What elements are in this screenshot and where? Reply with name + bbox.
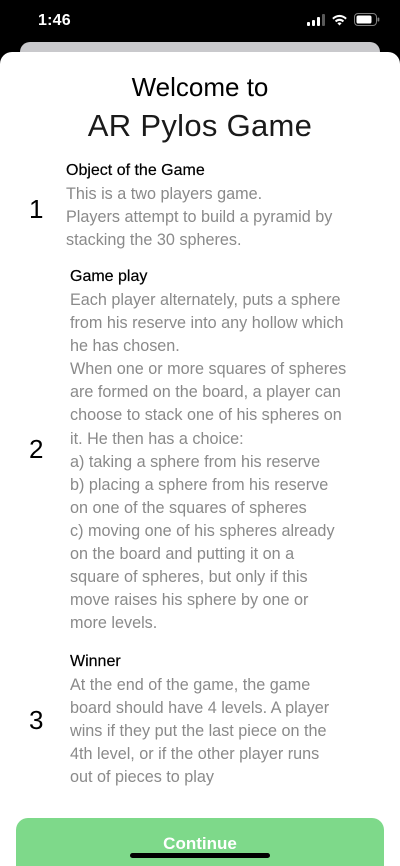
section-object: 1 Object of the Game This is a two playe…	[0, 162, 400, 252]
body-line: This is a two players game.	[66, 185, 263, 203]
section-number: 1	[29, 194, 44, 224]
screen: 1:46 Welcome to AR Pylos Game 1 Object o…	[0, 0, 400, 866]
continue-button[interactable]: Continue	[16, 818, 384, 866]
wifi-icon	[331, 14, 348, 26]
section-body: This is a two players game. Players atte…	[66, 183, 332, 252]
body-line: Players attempt to build a pyramid by	[66, 208, 333, 227]
title-welcome: Welcome to	[131, 72, 269, 102]
body-line: wins if they put the last piece on the	[70, 722, 327, 741]
title-game-name: AR Pylos Game	[87, 108, 313, 143]
body-line: out of pieces to play	[70, 768, 214, 787]
body-line: on one of the squares of spheres	[70, 498, 307, 517]
battery-icon	[354, 13, 380, 26]
body-line: stacking the 30 spheres.	[66, 231, 242, 250]
body-line: At the end of the game, the game	[70, 676, 311, 694]
section-winner: 3 Winner At the end of the game, the gam…	[0, 653, 400, 793]
body-line: Each player alternately, puts a sphere	[70, 291, 341, 309]
section-body: Each player alternately, puts a sphere f…	[70, 289, 346, 635]
body-line: on the board and putting it on a	[70, 545, 295, 564]
home-indicator	[130, 853, 270, 858]
signal-icon	[307, 13, 325, 26]
body-line: c) moving one of his spheres already	[70, 521, 335, 540]
section-title: Winner	[70, 653, 121, 670]
body-line: choose to stack one of his spheres on	[70, 406, 342, 425]
body-line: When one or more squares of spheres	[70, 360, 347, 379]
body-line: b) placing a sphere from his reserve	[70, 475, 329, 494]
body-line: from his reserve into any hollow which	[70, 314, 344, 333]
section-number: 3	[29, 705, 44, 735]
body-line: board should have 4 levels. A player	[70, 699, 330, 718]
body-line: he has chosen.	[70, 337, 180, 356]
section-number: 2	[29, 434, 44, 464]
body-line: 4th level, or if the other player runs	[70, 745, 320, 764]
section-title: Game play	[70, 268, 148, 285]
section-title: Object of the Game	[66, 162, 205, 179]
section-game-play: 2 Game play Each player alternately, put…	[0, 268, 400, 638]
status-bar: 1:46	[0, 0, 400, 42]
body-line: are formed on the board, a player can	[70, 383, 341, 402]
body-line: a) taking a sphere from his reserve	[70, 452, 321, 471]
status-time: 1:46	[38, 12, 71, 29]
body-line: more levels.	[70, 614, 158, 633]
body-line: it. He then has a choice:	[70, 429, 244, 448]
body-line: move raises his sphere by one or	[70, 591, 309, 610]
section-body: At the end of the game, the game board s…	[70, 674, 329, 789]
body-line: square of spheres, but only if this	[70, 568, 308, 587]
welcome-sheet: Welcome to AR Pylos Game 1 Object of the…	[0, 52, 400, 866]
status-icons	[307, 13, 380, 26]
